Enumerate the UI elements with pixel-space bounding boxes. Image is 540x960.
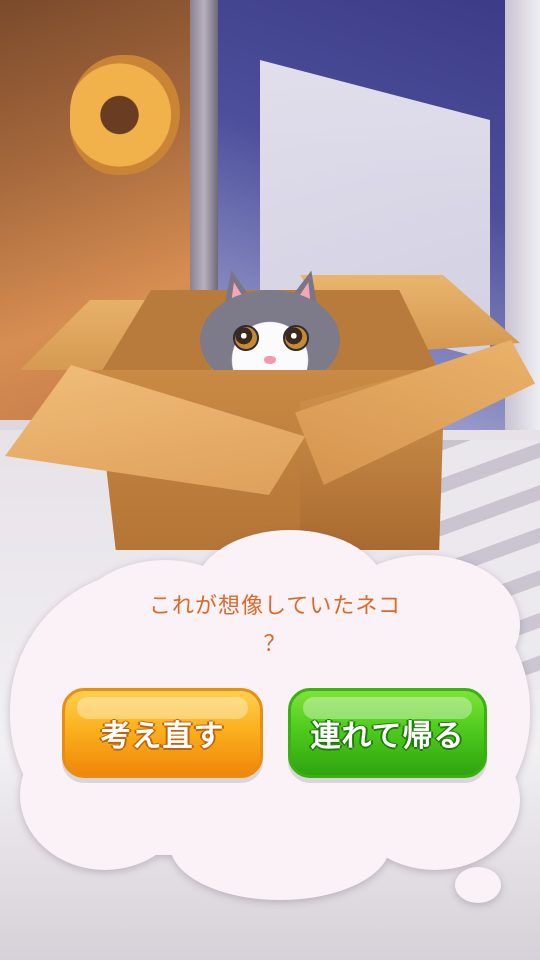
thought-bubble-tail: [455, 867, 501, 903]
rethink-button-label: 考え直す: [100, 719, 225, 754]
dialog-prompt: これが想像していたネコ ？: [90, 588, 460, 664]
prompt-line-2: ？: [263, 632, 287, 657]
thought-bubble: [0, 0, 540, 960]
rethink-button[interactable]: 考え直す: [62, 688, 263, 778]
prompt-line-1: これが想像していたネコ: [149, 594, 401, 619]
take-home-button[interactable]: 連れて帰る: [288, 688, 487, 778]
take-home-button-label: 連れて帰る: [310, 719, 465, 754]
